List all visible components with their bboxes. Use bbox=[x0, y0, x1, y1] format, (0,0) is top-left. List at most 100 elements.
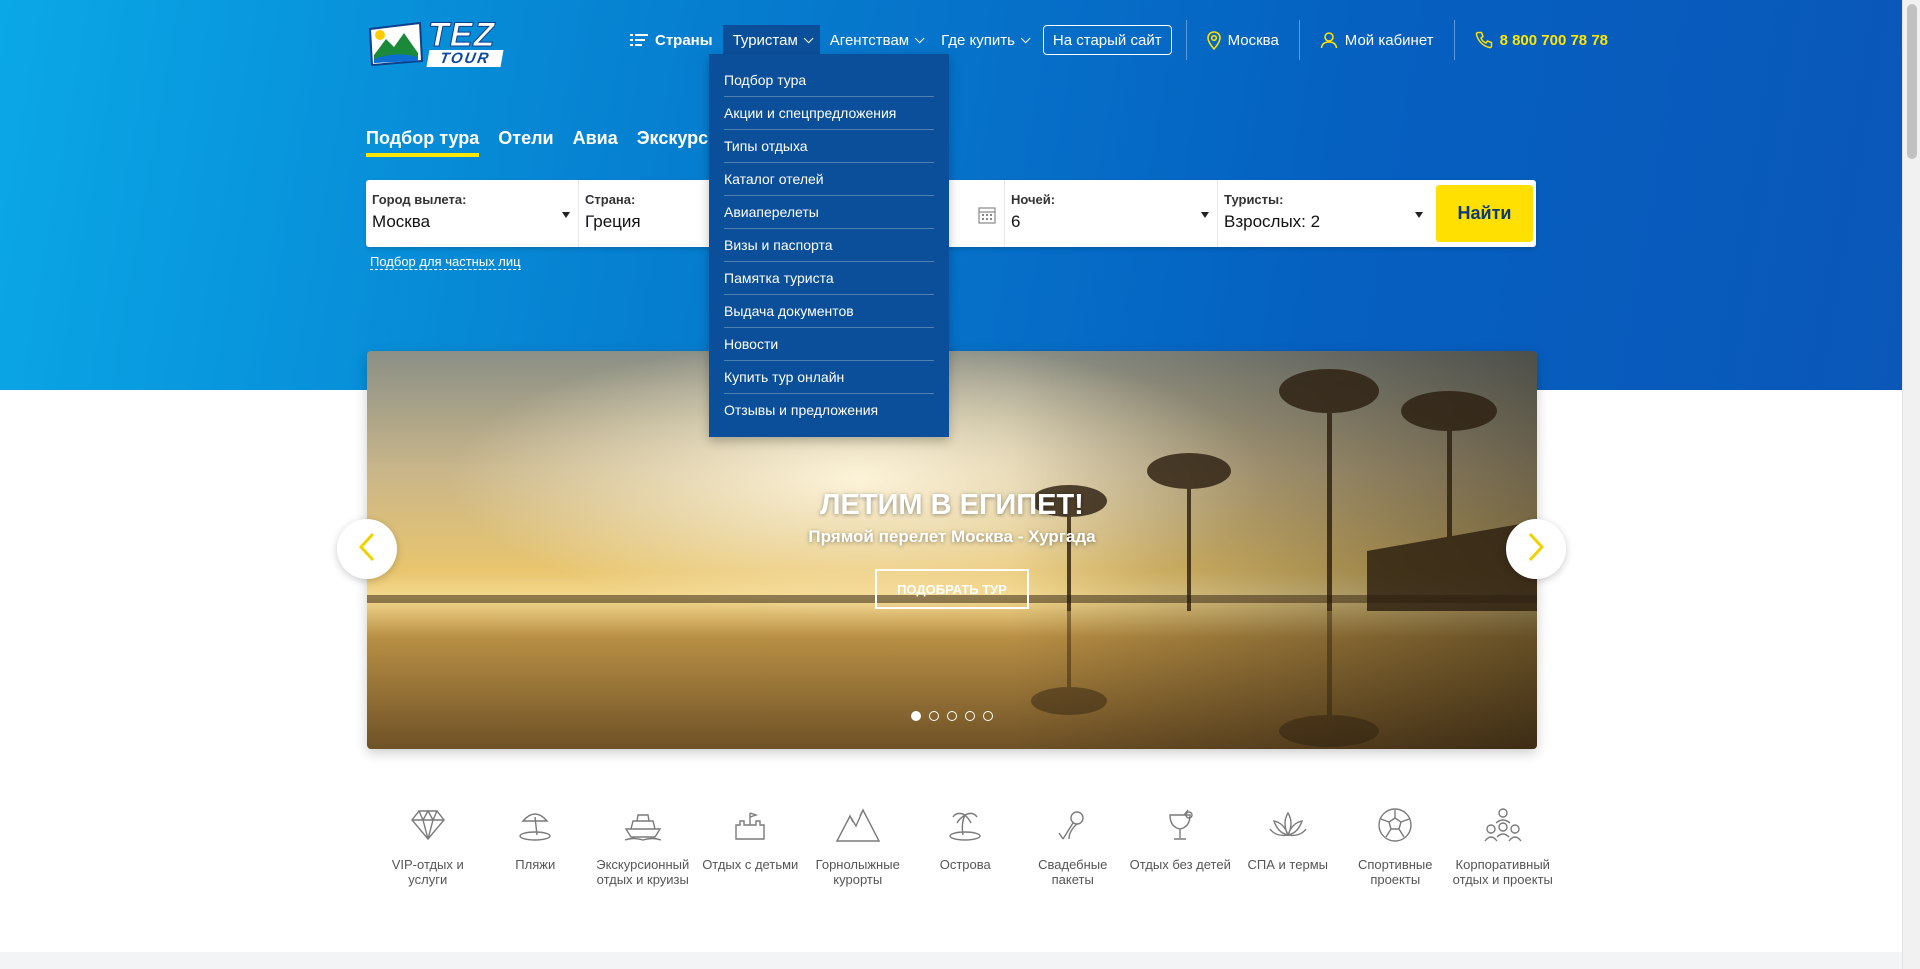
category-label: VIP-отдых и услуги bbox=[391, 857, 464, 887]
calendar-icon bbox=[978, 206, 996, 229]
nav-where-buy-label: Где купить bbox=[941, 31, 1015, 49]
tez-tour-logo[interactable]: TEZ TOUR bbox=[366, 14, 546, 70]
nav-where-buy[interactable]: Где купить bbox=[931, 25, 1037, 55]
category-label: Свадебные пакеты bbox=[1038, 857, 1108, 887]
wedding-icon bbox=[1051, 803, 1095, 847]
cruise-ship-icon bbox=[621, 803, 665, 847]
category-islands[interactable]: Острова bbox=[912, 803, 1020, 887]
private-search-link[interactable]: Подбор для частных лиц bbox=[370, 254, 521, 270]
slider-prev-button[interactable] bbox=[337, 519, 397, 579]
dropdown-arrow-icon bbox=[1201, 212, 1209, 218]
promo-slider: ЛЕТИМ В ЕГИПЕТ! Прямой перелет Москва - … bbox=[367, 351, 1537, 749]
category-ski[interactable]: Горнолыжные курорты bbox=[804, 803, 912, 887]
category-label: Отдых без детей bbox=[1129, 857, 1231, 872]
nav-divider bbox=[1185, 20, 1187, 60]
find-button[interactable]: Найти bbox=[1436, 185, 1533, 242]
nav-divider bbox=[1453, 20, 1455, 60]
category-beaches[interactable]: Пляжи bbox=[482, 803, 590, 887]
cocktail-icon bbox=[1158, 803, 1202, 847]
nav-agencies-label: Агентствам bbox=[829, 31, 910, 49]
nav-city[interactable]: Москва bbox=[1197, 25, 1289, 55]
slider-dot-5[interactable] bbox=[983, 711, 993, 721]
category-corporate[interactable]: Корпоративный отдых и проекты bbox=[1449, 803, 1557, 887]
chevron-right-icon bbox=[1526, 531, 1546, 568]
mountains-icon bbox=[835, 803, 880, 847]
tab-avia[interactable]: Авиа bbox=[573, 128, 618, 157]
sandcastle-icon bbox=[728, 803, 772, 847]
departure-label: Город вылета: bbox=[372, 192, 467, 207]
slider-dots bbox=[367, 711, 1537, 721]
nav-agencies[interactable]: Агентствам bbox=[820, 25, 931, 55]
tour-search-form: Город вылета: Москва Страна: Греция Ноче… bbox=[366, 180, 1536, 247]
nav-phone[interactable]: 8 800 700 78 78 bbox=[1465, 25, 1618, 55]
menu-item-promotions[interactable]: Акции и спецпредложения bbox=[724, 97, 934, 130]
menu-item-visas[interactable]: Визы и паспорта bbox=[724, 229, 934, 262]
pick-tour-button[interactable]: ПОДОБРАТЬ ТУР bbox=[875, 569, 1029, 609]
diamond-icon bbox=[406, 803, 450, 847]
category-sport[interactable]: Спортивные проекты bbox=[1342, 803, 1450, 887]
menu-item-buy-online[interactable]: Купить тур онлайн bbox=[724, 361, 934, 394]
top-navigation: Страны Туристам Агентствам Где купить На… bbox=[620, 20, 1618, 60]
menu-item-news[interactable]: Новости bbox=[724, 328, 934, 361]
slider-next-button[interactable] bbox=[1506, 519, 1566, 579]
category-cruises[interactable]: Экскурсионный отдых и круизы bbox=[589, 803, 697, 887]
menu-item-tour-search[interactable]: Подбор тура bbox=[724, 64, 934, 97]
slider-dot-3[interactable] bbox=[947, 711, 957, 721]
logo-emblem-icon bbox=[366, 15, 426, 69]
tab-hotels[interactable]: Отели bbox=[498, 128, 553, 157]
chevron-down-icon bbox=[803, 32, 814, 43]
chevron-down-icon bbox=[1020, 32, 1031, 43]
nights-select[interactable]: Ночей: 6 bbox=[1005, 180, 1218, 247]
slider-dot-1[interactable] bbox=[911, 711, 921, 721]
menu-item-vacation-types[interactable]: Типы отдыха bbox=[724, 130, 934, 163]
menu-item-tourist-memo[interactable]: Памятка туриста bbox=[724, 262, 934, 295]
slide-background-image bbox=[367, 351, 1537, 749]
nav-phone-number: 8 800 700 78 78 bbox=[1499, 31, 1608, 49]
slider-dot-4[interactable] bbox=[965, 711, 975, 721]
page-scrollbar[interactable] bbox=[1902, 0, 1920, 969]
tourists-value: Взрослых: 2 bbox=[1224, 212, 1321, 231]
old-site-button[interactable]: На старый сайт bbox=[1042, 25, 1172, 55]
scrollbar-thumb[interactable] bbox=[1907, 4, 1917, 159]
nav-cabinet[interactable]: Мой кабинет bbox=[1310, 25, 1444, 55]
menu-item-reviews[interactable]: Отзывы и предложения bbox=[724, 394, 934, 427]
tourists-label: Туристы: bbox=[1224, 192, 1284, 207]
nav-tourists[interactable]: Туристам bbox=[722, 25, 820, 55]
nav-countries[interactable]: Страны bbox=[620, 25, 723, 55]
category-wedding[interactable]: Свадебные пакеты bbox=[1019, 803, 1127, 887]
chevron-left-icon bbox=[357, 531, 377, 568]
menu-item-documents[interactable]: Выдача документов bbox=[724, 295, 934, 328]
departure-city-select[interactable]: Город вылета: Москва bbox=[366, 180, 579, 247]
category-label: Экскурсионный отдых и круизы bbox=[596, 857, 690, 887]
category-label: Острова bbox=[939, 857, 991, 872]
user-icon bbox=[1320, 31, 1338, 49]
palm-island-icon bbox=[943, 803, 987, 847]
phone-icon bbox=[1475, 31, 1493, 49]
beach-umbrella-icon bbox=[513, 803, 557, 847]
slider-dot-2[interactable] bbox=[929, 711, 939, 721]
search-tabs: Подбор тура Отели Авиа Экскурсии bbox=[366, 128, 730, 157]
menu-item-hotel-catalog[interactable]: Каталог отелей bbox=[724, 163, 934, 196]
category-label: Пляжи bbox=[515, 857, 556, 872]
tab-tour-search[interactable]: Подбор тура bbox=[366, 128, 480, 157]
nights-value: 6 bbox=[1011, 212, 1021, 231]
category-label: СПА и термы bbox=[1247, 857, 1328, 872]
nights-label: Ночей: bbox=[1011, 192, 1056, 207]
category-no-kids[interactable]: Отдых без детей bbox=[1127, 803, 1235, 887]
category-spa[interactable]: СПА и термы bbox=[1234, 803, 1342, 887]
category-kids[interactable]: Отдых с детьми bbox=[697, 803, 805, 887]
soccer-ball-icon bbox=[1373, 803, 1417, 847]
category-label: Корпоративный отдых и проекты bbox=[1452, 857, 1553, 887]
location-pin-icon bbox=[1206, 30, 1221, 50]
nav-cabinet-label: Мой кабинет bbox=[1344, 31, 1434, 49]
dropdown-arrow-icon bbox=[562, 212, 570, 218]
nav-city-label: Москва bbox=[1227, 31, 1279, 49]
category-label: Спортивные проекты bbox=[1358, 857, 1433, 887]
category-vip[interactable]: VIP-отдых и услуги bbox=[374, 803, 482, 887]
tourists-select[interactable]: Туристы: Взрослых: 2 bbox=[1218, 180, 1431, 247]
list-icon bbox=[630, 33, 648, 47]
menu-item-flights[interactable]: Авиаперелеты bbox=[724, 196, 934, 229]
nav-divider bbox=[1298, 20, 1300, 60]
slide-title: ЛЕТИМ В ЕГИПЕТ! bbox=[820, 489, 1084, 521]
category-label: Горнолыжные курорты bbox=[815, 857, 900, 887]
